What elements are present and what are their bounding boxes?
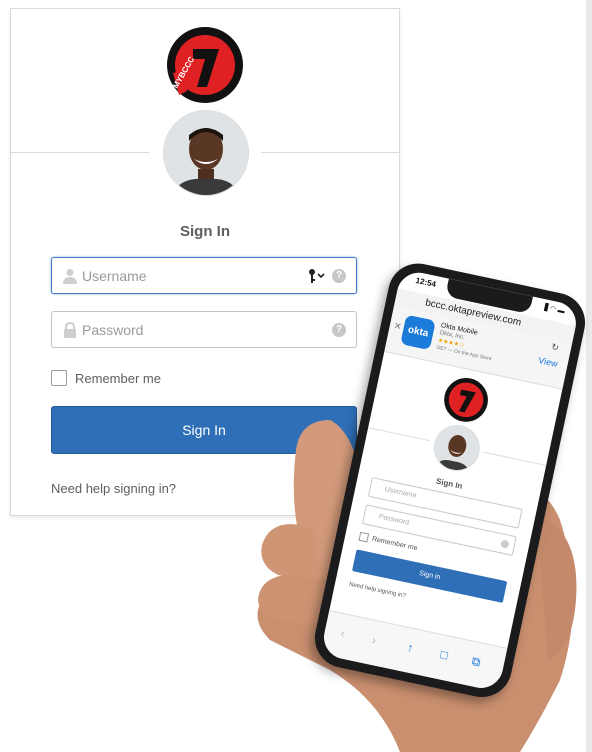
- mobile-remember-me[interactable]: Remember me: [358, 531, 419, 553]
- password-help-icon[interactable]: ?: [332, 323, 346, 337]
- mobile-help-icon[interactable]: [500, 539, 510, 549]
- phone-notch: [445, 278, 534, 315]
- share-icon[interactable]: ↑: [406, 640, 415, 655]
- lock-icon: [64, 322, 76, 338]
- reload-icon[interactable]: ↻: [550, 342, 559, 354]
- banner-publisher: Okta, Inc.: [438, 329, 466, 342]
- mobile-address-bar[interactable]: bccc.oktapreview.com: [394, 288, 576, 344]
- mobile-avatar: [429, 420, 485, 476]
- mobile-remember-checkbox[interactable]: [358, 531, 370, 543]
- username-help-icon[interactable]: ?: [332, 269, 346, 283]
- banner-app-name: Okta Mobile: [440, 322, 479, 337]
- page-title: Sign In: [180, 223, 230, 240]
- divider-left: [11, 152, 149, 153]
- status-time: 12:54: [414, 275, 437, 289]
- mobile-url: bccc.oktapreview.com: [424, 297, 523, 329]
- password-field[interactable]: Password ?: [51, 311, 357, 348]
- username-field[interactable]: Username ?: [51, 257, 357, 294]
- key-icon[interactable]: [308, 268, 326, 284]
- forward-icon[interactable]: ›: [371, 633, 378, 648]
- signin-card: MYBCCC Sign In Username ? Password ? Rem…: [10, 8, 400, 516]
- signin-button[interactable]: Sign In: [51, 406, 357, 454]
- user-avatar: [163, 110, 249, 196]
- mobile-remember-label: Remember me: [371, 535, 419, 553]
- divider-right: [261, 152, 399, 153]
- username-placeholder: Username: [82, 268, 147, 284]
- bookmarks-icon[interactable]: □: [439, 647, 449, 662]
- back-icon[interactable]: ‹: [339, 626, 346, 641]
- app-store-banner[interactable]: ✕ okta Okta Mobile Okta, Inc. ★★★★☆ GET …: [384, 305, 573, 390]
- banner-rating-icon: ★★★★☆: [437, 337, 465, 350]
- mybccc-logo: MYBCCC: [167, 27, 243, 103]
- remember-checkbox[interactable]: [51, 370, 67, 386]
- mobile-browser-toolbar: ‹ › ↑ □ ⧉: [320, 610, 508, 692]
- user-icon: [63, 269, 77, 284]
- tabs-icon[interactable]: ⧉: [470, 654, 481, 670]
- password-placeholder: Password: [82, 322, 144, 338]
- mobile-help-link[interactable]: Need help signing in?: [348, 582, 406, 600]
- banner-store-text: GET — On the App Store: [435, 344, 493, 363]
- status-icons: ▋◠ ▬: [543, 304, 566, 316]
- help-link[interactable]: Need help signing in?: [51, 481, 176, 496]
- page-edge: [586, 0, 592, 752]
- mobile-logo: [444, 378, 488, 422]
- mobile-divider-right: [483, 451, 547, 466]
- remember-label: Remember me: [75, 371, 161, 386]
- okta-app-icon: okta: [400, 314, 436, 351]
- mobile-signin-button[interactable]: Sign in: [352, 549, 508, 603]
- banner-view-button[interactable]: View: [538, 355, 559, 369]
